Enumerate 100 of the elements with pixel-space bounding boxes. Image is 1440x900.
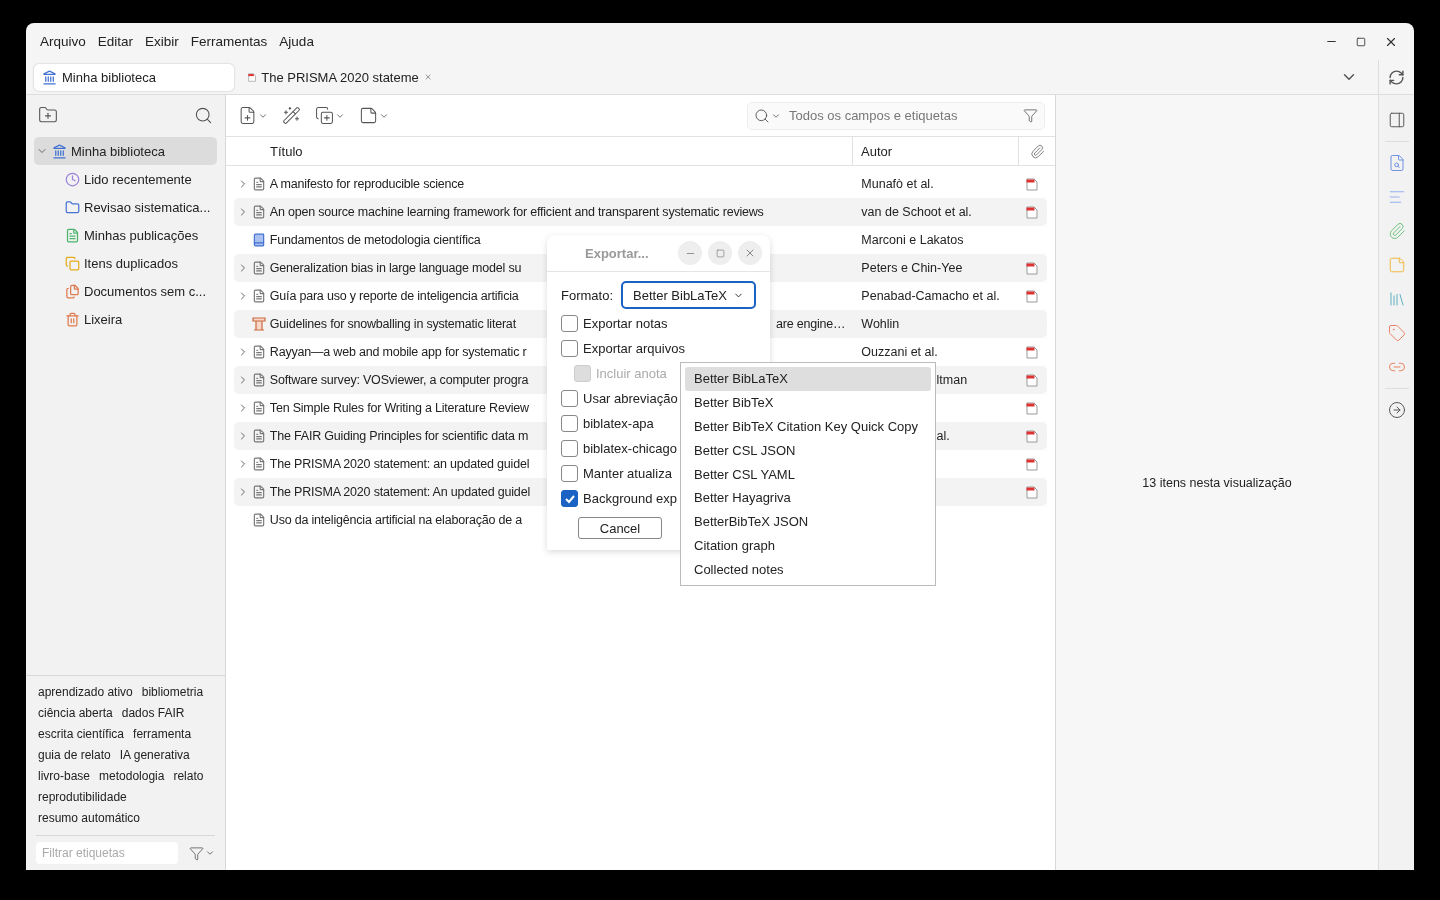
tag[interactable]: resumo automático	[38, 808, 141, 829]
dropdown-option[interactable]: Better CSL JSON	[685, 438, 931, 463]
tag[interactable]: IA generativa	[119, 745, 190, 766]
pdf-icon	[1026, 177, 1039, 191]
document-icon	[251, 289, 266, 303]
dropdown-option[interactable]: Collected notes	[685, 557, 931, 582]
pane-toggle-icon[interactable]	[1387, 111, 1406, 129]
note-icon[interactable]	[1387, 256, 1406, 274]
item-author: al.	[936, 429, 950, 443]
item-title: The FAIR Guiding Principles for scientific data m	[269, 429, 529, 443]
search-input[interactable]: Todos os campos e etiquetas	[787, 107, 1017, 124]
pdf-icon	[1026, 289, 1039, 303]
filter-menu-icon[interactable]	[189, 845, 215, 861]
format-select[interactable]: Better BibLaTeX	[621, 281, 756, 309]
item-count: 13 itens nesta visualização	[1142, 475, 1292, 490]
folder-icon	[65, 199, 80, 215]
checkbox[interactable]	[561, 440, 578, 457]
column-header[interactable]: Título	[226, 137, 853, 165]
item-author: Ouzzani et al.	[861, 345, 938, 359]
dropdown-option[interactable]: BetterBibTeX JSON	[685, 509, 931, 534]
checkbox[interactable]	[561, 315, 578, 332]
checkbox[interactable]	[561, 415, 578, 432]
magic-wand-icon[interactable]	[282, 106, 301, 125]
document-icon	[251, 485, 266, 499]
tag-icon[interactable]	[1387, 324, 1406, 342]
info-icon[interactable]	[1387, 154, 1406, 172]
pdf-icon	[1026, 261, 1039, 275]
close-button[interactable]	[738, 241, 762, 265]
dialog-title: Exportar...	[585, 245, 650, 261]
pdf-icon	[248, 70, 257, 84]
dropdown-option[interactable]: Better Hayagriva	[685, 485, 931, 510]
tag[interactable]: metodologia	[99, 766, 165, 787]
checkbox[interactable]	[561, 490, 578, 507]
tag[interactable]: relato	[173, 766, 204, 787]
copy-icon	[65, 255, 80, 271]
menu-item[interactable]: Arquivo	[34, 30, 92, 53]
tag[interactable]: ciência aberta	[38, 703, 113, 724]
checkbox[interactable]	[561, 465, 578, 482]
dropdown-option[interactable]: Citation graph	[685, 533, 931, 558]
item-title: Generalization bias in large language model su	[269, 261, 522, 275]
tag[interactable]: aprendizado ativo	[38, 682, 133, 703]
menu-item[interactable]: Exibir	[139, 30, 185, 53]
collection-item[interactable]: Minha biblioteca	[34, 137, 217, 165]
add-attachment-icon[interactable]	[315, 106, 345, 125]
tag[interactable]: dados FAIR	[121, 703, 185, 724]
clock-icon	[65, 171, 80, 187]
pdf-icon	[1026, 401, 1039, 415]
maximize-button[interactable]	[708, 241, 732, 265]
search-icon[interactable]	[754, 107, 781, 124]
search-field[interactable]: Todos os campos e etiquetas	[747, 101, 1045, 130]
tag[interactable]: ferramenta	[133, 724, 192, 745]
option-label: Exportar arquivos	[583, 341, 685, 356]
new-collection-icon[interactable]	[38, 105, 58, 125]
menu-item[interactable]: Ferramentas	[184, 30, 274, 53]
tag[interactable]: guia de relato	[38, 745, 111, 766]
libraries-icon[interactable]	[1387, 290, 1406, 308]
collection-item[interactable]: Minhas publicações	[34, 221, 217, 249]
checkbox[interactable]	[561, 390, 578, 407]
dropdown-option[interactable]: Better BibTeX	[685, 390, 931, 415]
new-note-icon[interactable]	[359, 106, 389, 125]
document-icon	[251, 177, 266, 191]
item-title: Guía para uso y reporte de inteligencia artificia	[269, 289, 519, 303]
checkbox[interactable]	[561, 340, 578, 357]
new-item-icon[interactable]	[238, 106, 268, 125]
cancel-button[interactable]: Cancel	[578, 517, 662, 539]
collection-item[interactable]: Revisao sistematica...	[34, 193, 217, 221]
sync-icon[interactable]	[1388, 68, 1405, 86]
attachment-icon[interactable]	[1387, 222, 1406, 240]
pdf-icon	[1026, 485, 1039, 499]
item-title: An open source machine learning framework for efficient and transparent systematic reviews	[269, 205, 764, 219]
item-author: Penabad-Camacho et al.	[861, 289, 1000, 303]
item-title: Software survey: VOSviewer, a computer progra	[269, 373, 529, 387]
tag[interactable]: bibliometria	[141, 682, 204, 703]
collection-item[interactable]: Lido recentemente	[34, 165, 217, 193]
dropdown-option[interactable]: Better CSL YAML	[685, 462, 931, 486]
dropdown-option[interactable]: Better BibTeX Citation Key Quick Copy	[685, 414, 931, 439]
collection-item[interactable]: Itens duplicados	[34, 249, 217, 277]
tag-filter-field[interactable]: Filtrar etiquetas	[36, 842, 178, 864]
tag[interactable]: escrita científica	[38, 724, 125, 745]
format-label: Formato:	[561, 287, 613, 303]
tag[interactable]: reprodutibilidade	[38, 787, 127, 808]
column-header[interactable]: Autor	[853, 137, 1019, 165]
menu-item[interactable]: Editar	[91, 30, 140, 53]
library-icon	[42, 69, 57, 85]
tag[interactable]: livro-base	[38, 766, 91, 787]
filter-icon[interactable]	[1023, 108, 1038, 123]
collection-item[interactable]: Documentos sem c...	[34, 277, 217, 305]
search-icon[interactable]	[194, 105, 213, 125]
document-icon	[251, 429, 266, 443]
document-icon	[251, 513, 266, 527]
menu-item[interactable]: Ajuda	[273, 30, 320, 53]
collection-item[interactable]: Lixeira	[34, 305, 217, 333]
abstract-icon[interactable]	[1387, 188, 1406, 206]
maximize-icon[interactable]	[1356, 36, 1366, 47]
locate-icon[interactable]	[1387, 401, 1406, 419]
item-title: Uso da inteligência artificial na elaboração de a	[269, 513, 522, 527]
item-author: Wohlin	[861, 317, 900, 331]
dropdown-option[interactable]: Better BibLaTeX	[685, 367, 931, 391]
tab[interactable]: The PRISMA 2020 stateme	[240, 63, 440, 91]
tab[interactable]: Minha biblioteca	[34, 63, 234, 91]
